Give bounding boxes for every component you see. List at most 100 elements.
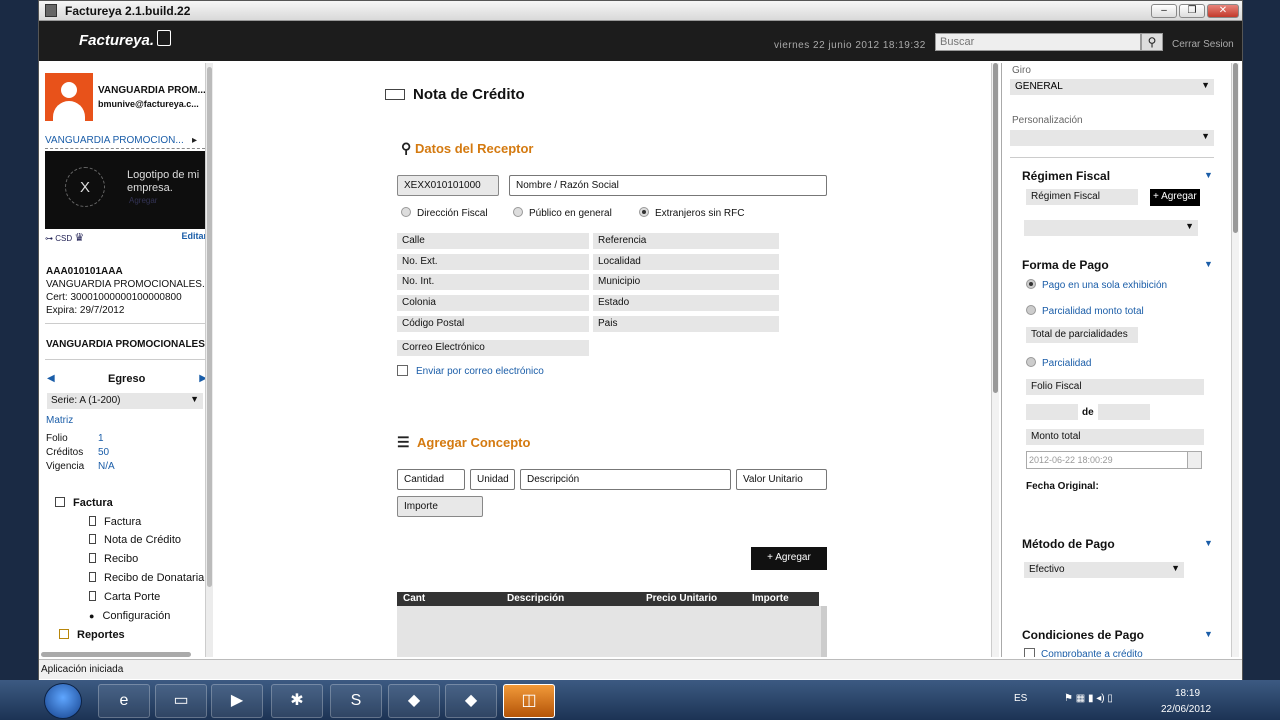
pais-field[interactable]: Pais bbox=[593, 316, 779, 332]
start-button[interactable] bbox=[44, 683, 82, 719]
book-app-2-icon[interactable]: ◆ bbox=[445, 684, 497, 718]
parcialidad-num-field[interactable] bbox=[1026, 404, 1078, 420]
personalizacion-select[interactable]: ▼ bbox=[1010, 130, 1214, 146]
radio-parcialidad[interactable]: Parcialidad bbox=[1026, 357, 1091, 369]
vigencia-label: Vigencia bbox=[46, 461, 85, 472]
avatar bbox=[45, 73, 93, 121]
radio-label: Extranjeros sin RFC bbox=[655, 208, 745, 219]
dropdown-arrow-icon: ▼ bbox=[1201, 131, 1210, 141]
crown-icon: ♛ bbox=[74, 232, 85, 244]
regimen-input[interactable]: Régimen Fiscal bbox=[1026, 189, 1138, 205]
radio-pago-una-exhibicion[interactable]: Pago en una sola exhibición bbox=[1026, 279, 1167, 291]
valor-unitario-field[interactable]: Valor Unitario bbox=[736, 469, 827, 490]
company-name: VANGUARDIA PROMOCION... bbox=[45, 135, 184, 146]
add-logo-link[interactable]: Agregar bbox=[129, 196, 157, 205]
tree-item-factura[interactable]: Factura bbox=[89, 516, 205, 528]
edit-link[interactable]: Editar bbox=[181, 231, 205, 241]
codigo-postal-field[interactable]: Código Postal bbox=[397, 316, 589, 332]
importe-field[interactable]: Importe bbox=[397, 496, 483, 517]
ie-icon[interactable]: e bbox=[98, 684, 150, 718]
logout-link[interactable]: Cerrar Sesion bbox=[1172, 39, 1234, 50]
giro-value: GENERAL bbox=[1015, 81, 1063, 92]
tree-item-configuracion[interactable]: ● Configuración bbox=[89, 610, 205, 622]
add-concepto-button[interactable]: + Agregar bbox=[751, 547, 827, 570]
collapse-icon[interactable]: ▼ bbox=[1204, 259, 1213, 269]
metodo-pago-select[interactable]: Efectivo ▼ bbox=[1024, 562, 1184, 578]
collapse-icon[interactable]: ▼ bbox=[1204, 538, 1213, 548]
user-name: VANGUARDIA PROM... bbox=[98, 85, 205, 96]
clock-time[interactable]: 18:19 bbox=[1175, 688, 1200, 699]
giro-select[interactable]: GENERAL ▼ bbox=[1010, 79, 1214, 95]
dropdown-arrow-icon: ▼ bbox=[1185, 221, 1194, 231]
main-scrollbar[interactable] bbox=[991, 63, 999, 657]
tree-item-nota-credito[interactable]: Nota de Crédito bbox=[89, 534, 205, 546]
radio-icon bbox=[1026, 305, 1036, 315]
media-player-icon[interactable]: ▶ bbox=[211, 684, 263, 718]
collapse-icon[interactable]: ▼ bbox=[1204, 629, 1213, 639]
clock-date[interactable]: 22/06/2012 bbox=[1161, 704, 1211, 715]
company-selector[interactable]: VANGUARDIA PROMOCION... ▸ bbox=[45, 135, 205, 149]
tree-item-carta-porte[interactable]: Carta Porte bbox=[89, 591, 205, 603]
tree-item-recibo[interactable]: Recibo bbox=[89, 553, 205, 565]
add-regimen-button[interactable]: + Agregar bbox=[1150, 189, 1200, 206]
expiration: Expira: 29/7/2012 bbox=[46, 305, 125, 316]
serie-select[interactable]: Serie: A (1-200) ▼ bbox=[47, 393, 203, 409]
fecha-original-field[interactable]: 2012-06-22 18:00:29 bbox=[1026, 451, 1202, 469]
spinner-icon[interactable] bbox=[1187, 452, 1201, 468]
estado-field[interactable]: Estado bbox=[593, 295, 779, 311]
company-logo-box[interactable]: X Logotipo de mi empresa. Agregar bbox=[45, 151, 205, 229]
credito-label: Comprobante a crédito bbox=[1041, 649, 1143, 657]
network-app-icon[interactable]: ✱ bbox=[271, 684, 323, 718]
nombre-field[interactable]: Nombre / Razón Social bbox=[509, 175, 827, 196]
rfc-field[interactable]: XEXX010101000 bbox=[397, 175, 499, 196]
tree-item-recibo-donataria[interactable]: Recibo de Donataria bbox=[89, 572, 205, 584]
regimen-select[interactable]: ▼ bbox=[1024, 220, 1198, 236]
fecha-value: 2012-06-22 18:00:29 bbox=[1029, 455, 1113, 465]
localidad-field[interactable]: Localidad bbox=[593, 254, 779, 270]
vigencia-value: N/A bbox=[98, 461, 115, 472]
radio-extranjeros[interactable]: Extranjeros sin RFC bbox=[639, 207, 744, 219]
municipio-field[interactable]: Municipio bbox=[593, 274, 779, 290]
send-email-checkbox[interactable]: Enviar por correo electrónico bbox=[397, 365, 544, 377]
status-bar: Aplicación iniciada bbox=[39, 659, 1242, 679]
credito-checkbox[interactable]: Comprobante a crédito bbox=[1024, 648, 1143, 657]
descripcion-field[interactable]: Descripción bbox=[520, 469, 731, 490]
maximize-button[interactable]: ❐ bbox=[1179, 4, 1205, 18]
no-int-field[interactable]: No. Int. bbox=[397, 274, 589, 290]
search-input[interactable] bbox=[935, 33, 1141, 51]
right-scrollbar[interactable] bbox=[1231, 63, 1239, 657]
search-icon[interactable]: ⚲ bbox=[1141, 33, 1163, 51]
sidebar-h-scrollbar[interactable] bbox=[41, 652, 191, 657]
tree-factura-group[interactable]: Factura bbox=[55, 497, 205, 509]
radio-direccion-fiscal[interactable]: Dirección Fiscal bbox=[401, 207, 488, 219]
title-bar: Factureya 2.1.build.22 – ❐ ✕ bbox=[39, 1, 1242, 21]
skype-icon[interactable]: S bbox=[330, 684, 382, 718]
radio-parcialidad-monto-total[interactable]: Parcialidad monto total bbox=[1026, 305, 1144, 317]
unidad-field[interactable]: Unidad bbox=[470, 469, 515, 490]
comprobante-type-nav: ◀ Egreso ▶ bbox=[45, 371, 205, 387]
calle-field[interactable]: Calle bbox=[397, 233, 589, 249]
folio-fiscal-field[interactable]: Folio Fiscal bbox=[1026, 379, 1204, 395]
monto-total-field[interactable]: Monto total bbox=[1026, 429, 1204, 445]
close-button[interactable]: ✕ bbox=[1207, 4, 1239, 18]
tree-item-label: Carta Porte bbox=[104, 591, 161, 603]
prev-arrow-icon[interactable]: ◀ bbox=[47, 373, 55, 384]
parcialidad-total-field[interactable] bbox=[1098, 404, 1150, 420]
collapse-icon[interactable]: ▼ bbox=[1204, 170, 1213, 180]
total-parcialidades-field[interactable]: Total de parcialidades bbox=[1026, 327, 1138, 343]
no-ext-field[interactable]: No. Ext. bbox=[397, 254, 589, 270]
referencia-field[interactable]: Referencia bbox=[593, 233, 779, 249]
book-app-icon[interactable]: ◆ bbox=[388, 684, 440, 718]
factureya-taskbar-icon[interactable]: ◫ bbox=[503, 684, 555, 718]
radio-publico-general[interactable]: Público en general bbox=[513, 207, 612, 219]
correo-field[interactable]: Correo Electrónico bbox=[397, 340, 589, 356]
cantidad-field[interactable]: Cantidad bbox=[397, 469, 465, 490]
tray-icons[interactable]: ⚑ ▦ ▮ ◂) ▯ bbox=[1064, 693, 1113, 704]
sidebar-scrollbar[interactable] bbox=[205, 63, 213, 657]
tree-item-label: Recibo bbox=[104, 553, 139, 565]
colonia-field[interactable]: Colonia bbox=[397, 295, 589, 311]
minimize-button[interactable]: – bbox=[1151, 4, 1177, 18]
tree-reportes[interactable]: Reportes bbox=[59, 629, 205, 641]
explorer-icon[interactable]: ▭ bbox=[155, 684, 207, 718]
language-indicator[interactable]: ES bbox=[1014, 693, 1027, 704]
